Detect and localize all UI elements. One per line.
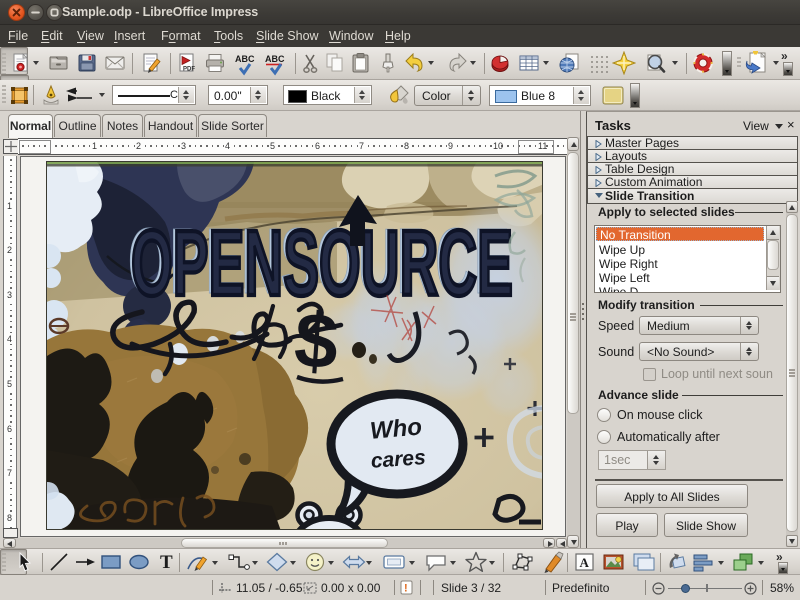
svg-text:T: T — [160, 552, 173, 573]
svg-text:!: ! — [404, 583, 408, 595]
svg-text:A: A — [580, 555, 590, 570]
svg-text:Who: Who — [369, 413, 423, 444]
svg-text:ABC: ABC — [265, 54, 285, 64]
svg-text:cares: cares — [370, 446, 426, 473]
svg-text:ABC: ABC — [235, 54, 255, 64]
svg-text:PDF: PDF — [183, 67, 195, 73]
svg-text:$: $ — [292, 295, 341, 386]
